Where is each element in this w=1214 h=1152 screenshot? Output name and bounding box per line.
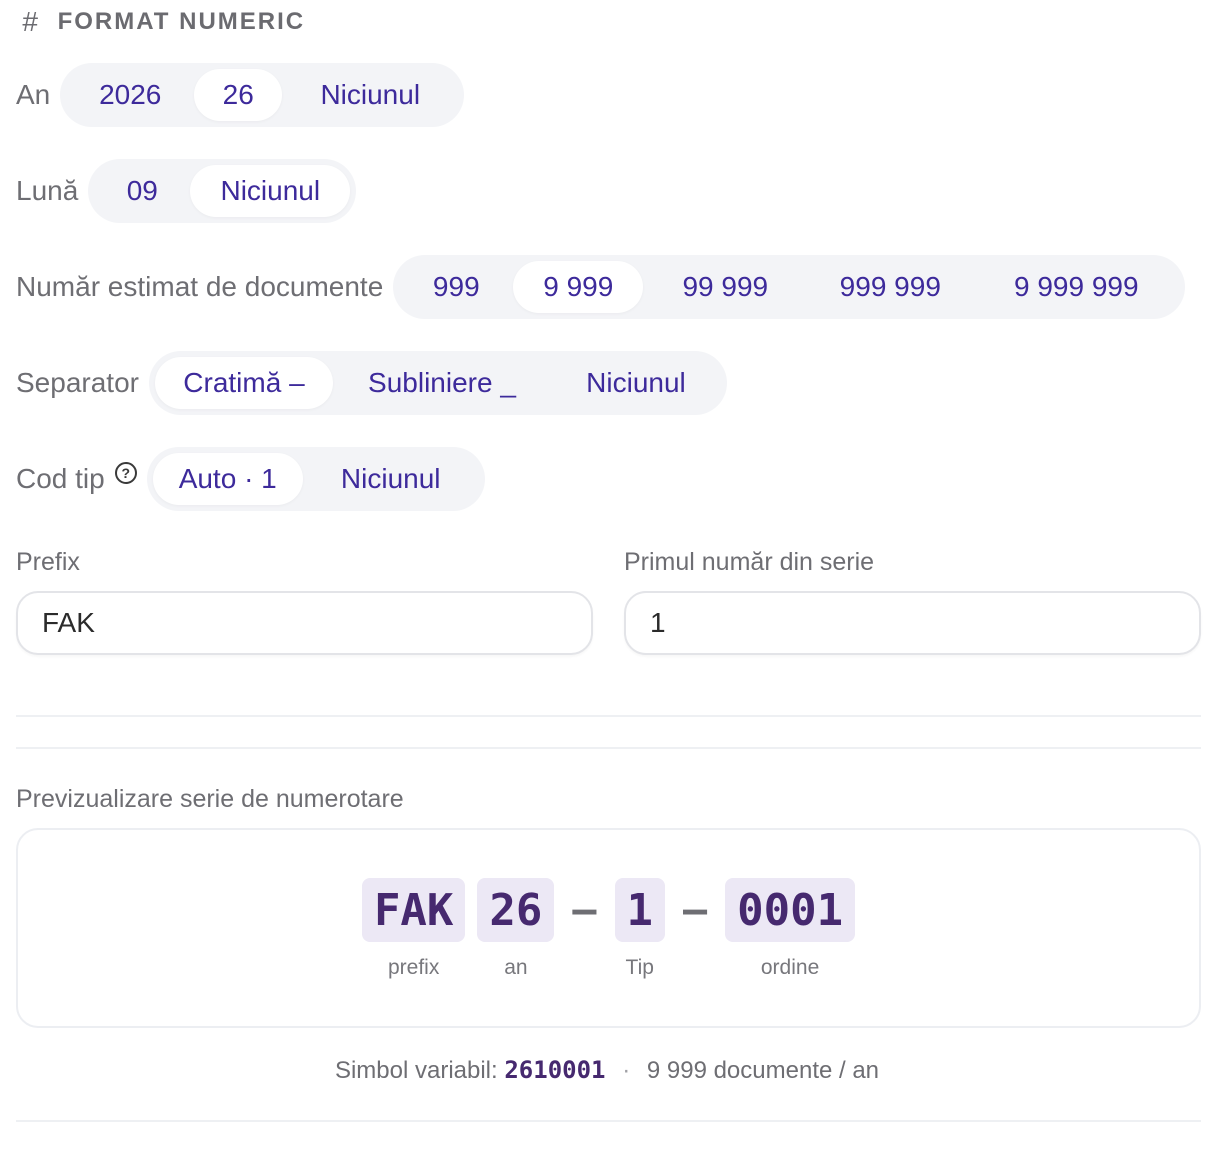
type-code-option-none[interactable]: Niciunul [303, 453, 479, 505]
year-option-2026[interactable]: 2026 [66, 69, 194, 121]
separator-segmented-control: Cratimă – Subliniere _ Niciunul [148, 351, 727, 415]
doc-count-segmented-control: 999 9 999 99 999 999 999 9 999 999 [393, 255, 1186, 319]
token-separator: – [683, 887, 708, 933]
doc-count-option-99999[interactable]: 99 999 [643, 261, 807, 313]
token-separator: – [572, 887, 597, 933]
summary-line: Simbol variabil: 2610001 · 9 999 documen… [0, 1056, 1214, 1085]
separator-option-none[interactable]: Niciunul [551, 357, 721, 409]
token-year-caption: an [504, 956, 528, 979]
token-year-value: 26 [477, 878, 555, 942]
separator-label: Separator [16, 367, 139, 398]
doc-count-option-9999999[interactable]: 9 999 999 [973, 261, 1179, 313]
preview-tokens: FAK prefix 26 an – 1 Tip – 0001 ordine [18, 878, 1199, 980]
month-row: Lună 09 Niciunul [16, 159, 357, 223]
token-order: 0001 ordine [725, 878, 856, 980]
month-option-09[interactable]: 09 [94, 165, 190, 217]
preview-label: Previzualizare serie de numerotare [16, 785, 404, 813]
first-number-label: Primul număr din serie [624, 548, 875, 576]
type-code-row: Cod tip ? Auto · 1 Niciunul [16, 447, 485, 511]
token-prefix-value: FAK [361, 878, 466, 942]
doc-count-option-999999[interactable]: 999 999 [807, 261, 973, 313]
year-row: An 2026 26 Niciunul [16, 63, 465, 127]
token-type: 1 Tip [614, 878, 665, 980]
year-label: An [16, 79, 51, 110]
separator-option-hyphen[interactable]: Cratimă – [154, 357, 333, 409]
divider [16, 715, 1201, 717]
year-segmented-control: 2026 26 Niciunul [60, 63, 465, 127]
doc-count-option-9999[interactable]: 9 999 [513, 261, 644, 313]
token-type-caption: Tip [625, 956, 654, 979]
separator-row: Separator Cratimă – Subliniere _ Niciunu… [16, 351, 727, 415]
token-prefix: FAK prefix [361, 878, 466, 980]
first-number-input[interactable]: 1 [624, 591, 1201, 655]
year-option-none[interactable]: Niciunul [282, 69, 458, 121]
preview-card: FAK prefix 26 an – 1 Tip – 0001 ordine [16, 828, 1201, 1028]
doc-count-label: Număr estimat de documente [16, 271, 384, 302]
token-order-value: 0001 [725, 878, 856, 942]
divider [16, 1120, 1201, 1122]
doc-count-option-999[interactable]: 999 [399, 261, 513, 313]
type-code-option-auto[interactable]: Auto · 1 [152, 453, 303, 505]
month-label: Lună [16, 175, 79, 206]
month-option-none[interactable]: Niciunul [190, 165, 351, 217]
section-title: FORMAT NUMERIC [57, 8, 306, 35]
variable-symbol-label: Simbol variabil: [334, 1057, 498, 1084]
section-header: # FORMAT NUMERIC [22, 6, 305, 38]
divider [16, 747, 1201, 749]
prefix-label: Prefix [16, 548, 80, 576]
token-order-caption: ordine [760, 956, 820, 979]
variable-symbol-code: 2610001 [504, 1056, 606, 1084]
capacity-text: 9 999 documente / an [646, 1057, 880, 1084]
separator-option-underscore[interactable]: Subliniere _ [333, 357, 551, 409]
type-code-label-wrap: Cod tip ? [16, 462, 137, 495]
hash-icon: # [22, 6, 38, 37]
month-segmented-control: 09 Niciunul [88, 159, 357, 223]
token-type-value: 1 [614, 878, 665, 942]
type-code-label: Cod tip [16, 463, 105, 494]
question-circle-icon[interactable]: ? [114, 462, 137, 484]
year-option-26[interactable]: 26 [194, 69, 283, 121]
token-prefix-caption: prefix [388, 956, 440, 979]
prefix-input[interactable]: FAK [16, 591, 593, 655]
dot-separator: · [622, 1057, 631, 1084]
doc-count-row: Număr estimat de documente 999 9 999 99 … [16, 255, 1186, 319]
token-year: 26 an [477, 878, 555, 980]
type-code-segmented-control: Auto · 1 Niciunul [146, 447, 485, 511]
